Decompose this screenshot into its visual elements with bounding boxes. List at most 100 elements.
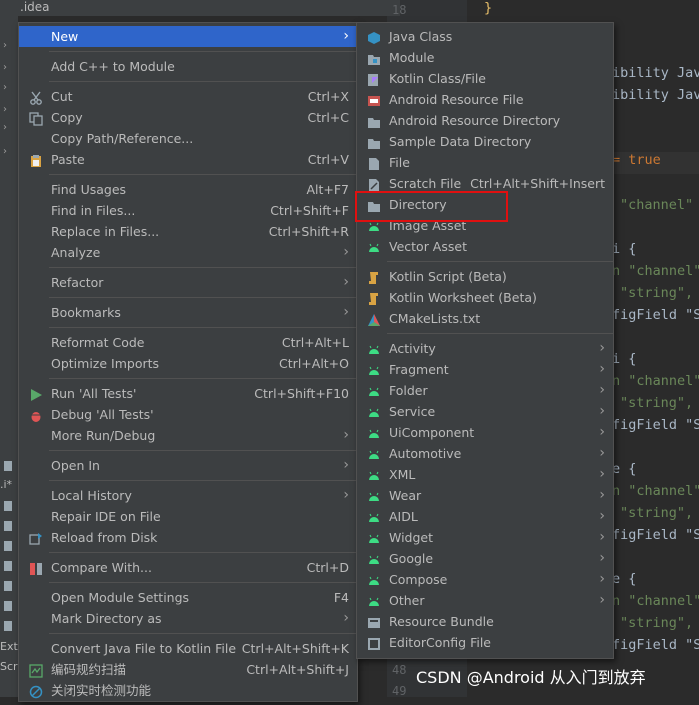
menu-item-run-all-tests[interactable]: Run 'All Tests' Ctrl+Shift+F10 xyxy=(19,383,357,404)
file-icon[interactable] xyxy=(2,560,14,572)
file-icon[interactable] xyxy=(2,520,14,532)
menu-item-service[interactable]: Service › xyxy=(357,401,613,422)
menu-item-copy[interactable]: Copy Ctrl+C xyxy=(19,107,357,128)
code-line: "string", xyxy=(620,285,694,301)
menu-item-automotive[interactable]: Automotive › xyxy=(357,443,613,464)
code-line: "string", xyxy=(620,615,694,631)
project-tree-label[interactable]: Scr xyxy=(0,660,18,673)
menu-item-mark-directory-as[interactable]: Mark Directory as › xyxy=(19,608,357,629)
code-line: figField "S xyxy=(612,417,699,433)
menu-item-find-usages[interactable]: Find Usages Alt+F7 xyxy=(19,179,357,200)
file-icon[interactable] xyxy=(2,540,14,552)
menu-item-android-resource-directory[interactable]: Android Resource Directory xyxy=(357,110,613,131)
file-icon[interactable] xyxy=(2,580,14,592)
menu-item-open-module-settings[interactable]: Open Module Settings F4 xyxy=(19,587,357,608)
menu-item-analyze[interactable]: Analyze › xyxy=(19,242,357,263)
menu-separator xyxy=(387,333,613,334)
menu-item-editorconfig-file[interactable]: EditorConfig File xyxy=(357,632,613,653)
menu-item-compose[interactable]: Compose › xyxy=(357,569,613,590)
menu-item-reformat-code[interactable]: Reformat Code Ctrl+Alt+L xyxy=(19,332,357,353)
android-icon xyxy=(367,405,381,419)
menu-item-bookmarks[interactable]: Bookmarks › xyxy=(19,302,357,323)
expand-arrow-icon[interactable]: › xyxy=(3,146,7,157)
menu-item-open-in[interactable]: Open In › xyxy=(19,455,357,476)
menu-item-kotlin-worksheet-beta[interactable]: Kotlin Worksheet (Beta) xyxy=(357,287,613,308)
menu-item-xml[interactable]: XML › xyxy=(357,464,613,485)
file-icon[interactable] xyxy=(2,620,14,632)
menu-item-label: Copy xyxy=(51,110,83,125)
menu-item-find-in-files[interactable]: Find in Files... Ctrl+Shift+F xyxy=(19,200,357,221)
menu-item-label: More Run/Debug xyxy=(51,428,156,443)
expand-arrow-icon[interactable]: › xyxy=(3,40,7,51)
menu-item-sample-data-directory[interactable]: Sample Data Directory xyxy=(357,131,613,152)
menu-item-widget[interactable]: Widget › xyxy=(357,527,613,548)
directory-highlight-box xyxy=(355,191,508,222)
watermark: CSDN @Android 从入门到放弃 xyxy=(416,668,646,687)
code-line: "channel" xyxy=(620,197,694,213)
android-icon xyxy=(367,240,381,254)
menu-item-item[interactable]: 关闭实时检测功能 xyxy=(19,680,357,701)
file-icon[interactable] xyxy=(2,460,14,472)
expand-arrow-icon[interactable]: › xyxy=(3,122,7,133)
copy-icon xyxy=(29,111,43,126)
chevron-right-icon: › xyxy=(599,424,605,440)
kotlin-script-icon xyxy=(367,291,381,305)
menu-item-replace-in-files[interactable]: Replace in Files... Ctrl+Shift+R xyxy=(19,221,357,242)
menu-item-aidl[interactable]: AIDL › xyxy=(357,506,613,527)
menu-item-refactor[interactable]: Refactor › xyxy=(19,272,357,293)
menu-item-item[interactable]: 编码规约扫描 Ctrl+Alt+Shift+J xyxy=(19,659,357,680)
menu-separator xyxy=(49,327,357,328)
menu-item-copy-path-reference[interactable]: Copy Path/Reference... xyxy=(19,128,357,149)
menu-item-fragment[interactable]: Fragment › xyxy=(357,359,613,380)
shortcut-label: Ctrl+X xyxy=(307,89,349,104)
android-icon xyxy=(367,552,381,566)
menu-item-vector-asset[interactable]: Vector Asset xyxy=(357,236,613,257)
project-root-label[interactable]: .idea xyxy=(20,0,50,14)
menu-item-label: Mark Directory as xyxy=(51,611,162,626)
file-icon[interactable] xyxy=(2,500,14,512)
menu-item-file[interactable]: File xyxy=(357,152,613,173)
menu-item-cmakelists-txt[interactable]: CMakeLists.txt xyxy=(357,308,613,329)
menu-item-local-history[interactable]: Local History › xyxy=(19,485,357,506)
menu-item-wear[interactable]: Wear › xyxy=(357,485,613,506)
menu-item-add-c-to-module[interactable]: Add C++ to Module xyxy=(19,56,357,77)
chevron-right-icon: › xyxy=(599,487,605,503)
expand-arrow-icon[interactable]: › xyxy=(3,62,7,73)
android-icon xyxy=(367,384,381,398)
shortcut-label: Ctrl+Alt+Shift+J xyxy=(246,662,349,677)
menu-item-label: Android Resource File xyxy=(389,92,524,107)
menu-item-resource-bundle[interactable]: Resource Bundle xyxy=(357,611,613,632)
menu-item-java-class[interactable]: Java Class xyxy=(357,26,613,47)
shortcut-label: Alt+F7 xyxy=(306,182,349,197)
menu-item-module[interactable]: Module xyxy=(357,47,613,68)
project-tree-label[interactable]: .i* xyxy=(0,478,12,491)
menu-item-label: Other xyxy=(389,593,425,608)
code-line: figField "S xyxy=(612,637,699,653)
shortcut-label: F4 xyxy=(333,590,349,605)
project-tree-label[interactable]: Ext xyxy=(0,640,18,653)
menu-item-label: Optimize Imports xyxy=(51,356,160,371)
menu-item-repair-ide-on-file[interactable]: Repair IDE on File xyxy=(19,506,357,527)
menu-item-activity[interactable]: Activity › xyxy=(357,338,613,359)
menu-item-paste[interactable]: Paste Ctrl+V xyxy=(19,149,357,170)
menu-item-kotlin-script-beta[interactable]: Kotlin Script (Beta) xyxy=(357,266,613,287)
expand-arrow-icon[interactable]: › xyxy=(3,104,7,115)
menu-item-optimize-imports[interactable]: Optimize Imports Ctrl+Alt+O xyxy=(19,353,357,374)
menu-item-other[interactable]: Other › xyxy=(357,590,613,611)
menu-item-google[interactable]: Google › xyxy=(357,548,613,569)
menu-item-convert-java-file-to-kotlin-file[interactable]: Convert Java File to Kotlin File Ctrl+Alt… xyxy=(19,638,357,659)
menu-item-debug-all-tests[interactable]: Debug 'All Tests' xyxy=(19,404,357,425)
menu-item-compare-with[interactable]: Compare With... Ctrl+D xyxy=(19,557,357,578)
menu-item-label: Vector Asset xyxy=(389,239,467,254)
menu-item-folder[interactable]: Folder › xyxy=(357,380,613,401)
menu-item-more-run-debug[interactable]: More Run/Debug › xyxy=(19,425,357,446)
menu-item-android-resource-file[interactable]: Android Resource File xyxy=(357,89,613,110)
code-line: figField "S xyxy=(612,307,699,323)
menu-item-reload-from-disk[interactable]: Reload from Disk xyxy=(19,527,357,548)
menu-item-cut[interactable]: Cut Ctrl+X xyxy=(19,86,357,107)
menu-item-new[interactable]: New › xyxy=(19,26,357,47)
file-icon[interactable] xyxy=(2,600,14,612)
menu-item-kotlin-class-file[interactable]: Kotlin Class/File xyxy=(357,68,613,89)
menu-item-uicomponent[interactable]: UiComponent › xyxy=(357,422,613,443)
expand-arrow-icon[interactable]: › xyxy=(3,82,7,93)
